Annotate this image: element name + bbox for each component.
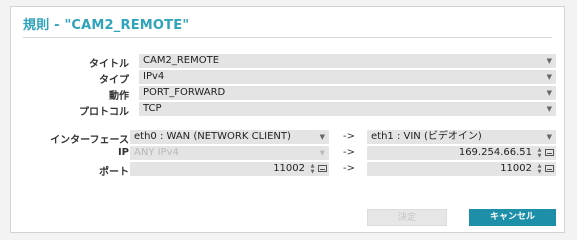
port-dst-spinner[interactable]: ▲ ▼ [536,163,543,175]
ip-dst-input[interactable]: 169.254.66.51 ▲ ▼ [367,146,556,160]
port-dst-input[interactable]: 11002 ▲ ▼ [367,162,556,176]
action-select[interactable]: PORT_FORWARD ▼ [139,86,556,100]
action-label: 動作 [109,91,129,102]
chevron-down-icon: ▼ [546,105,552,113]
protocol-value: TCP [143,103,162,114]
keyboard-icon[interactable] [318,165,327,172]
interface-dst-select[interactable]: eth1 : VIN (ビデオイン) ▼ [367,130,556,144]
port-src-input[interactable]: 11002 ▲ ▼ [130,162,329,176]
keyboard-icon[interactable] [545,165,554,172]
ip-src-select[interactable]: ANY IPv4 ▼ [130,146,329,160]
action-value: PORT_FORWARD [143,87,226,98]
spin-down-icon[interactable]: ▼ [536,169,543,175]
port-dst-value: 11002 [500,163,532,174]
interface-src-value: eth0 : WAN (NETWORK CLIENT) [134,131,291,142]
title-input[interactable]: CAM2_REMOTE ▼ [139,54,556,68]
title-value: CAM2_REMOTE [143,55,220,66]
chevron-down-icon: ▼ [546,89,552,97]
chevron-down-icon: ▼ [546,57,552,65]
port-src-spinner[interactable]: ▲ ▼ [309,163,316,175]
cancel-button[interactable]: キャンセル [469,209,556,226]
spin-down-icon[interactable]: ▼ [536,153,543,159]
type-select[interactable]: IPv4 ▼ [139,70,556,84]
protocol-label: プロトコル [79,107,129,118]
ip-arrow: -> [343,147,355,158]
interface-arrow: -> [343,131,355,142]
interface-label: インターフェース [50,135,129,146]
ip-spinner[interactable]: ▲ ▼ [536,147,543,159]
ip-src-value: ANY IPv4 [134,147,179,158]
ip-label: IP [117,147,129,158]
interface-dst-value: eth1 : VIN (ビデオイン) [371,131,482,142]
spin-down-icon[interactable]: ▼ [309,169,316,175]
title-divider [23,37,552,38]
ok-button[interactable]: 決定 [367,209,447,226]
protocol-select[interactable]: TCP ▼ [139,102,556,116]
port-src-value: 11002 [273,163,305,174]
chevron-down-icon: ▼ [546,133,552,141]
keyboard-icon[interactable] [545,149,554,156]
chevron-down-icon: ▼ [546,73,552,81]
port-arrow: -> [343,163,355,174]
interface-src-select[interactable]: eth0 : WAN (NETWORK CLIENT) ▼ [130,130,329,144]
type-label: タイプ [99,75,129,86]
dialog-title: 規則 - "CAM2_REMOTE" [23,18,190,33]
rule-dialog: 規則 - "CAM2_REMOTE" タイトル CAM2_REMOTE ▼ タイ… [10,6,565,233]
chevron-down-icon: ▼ [319,149,325,157]
chevron-down-icon: ▼ [319,133,325,141]
type-value: IPv4 [143,71,165,82]
port-label: ポート [99,167,129,178]
title-label: タイトル [89,59,129,70]
ip-dst-value: 169.254.66.51 [458,147,532,158]
